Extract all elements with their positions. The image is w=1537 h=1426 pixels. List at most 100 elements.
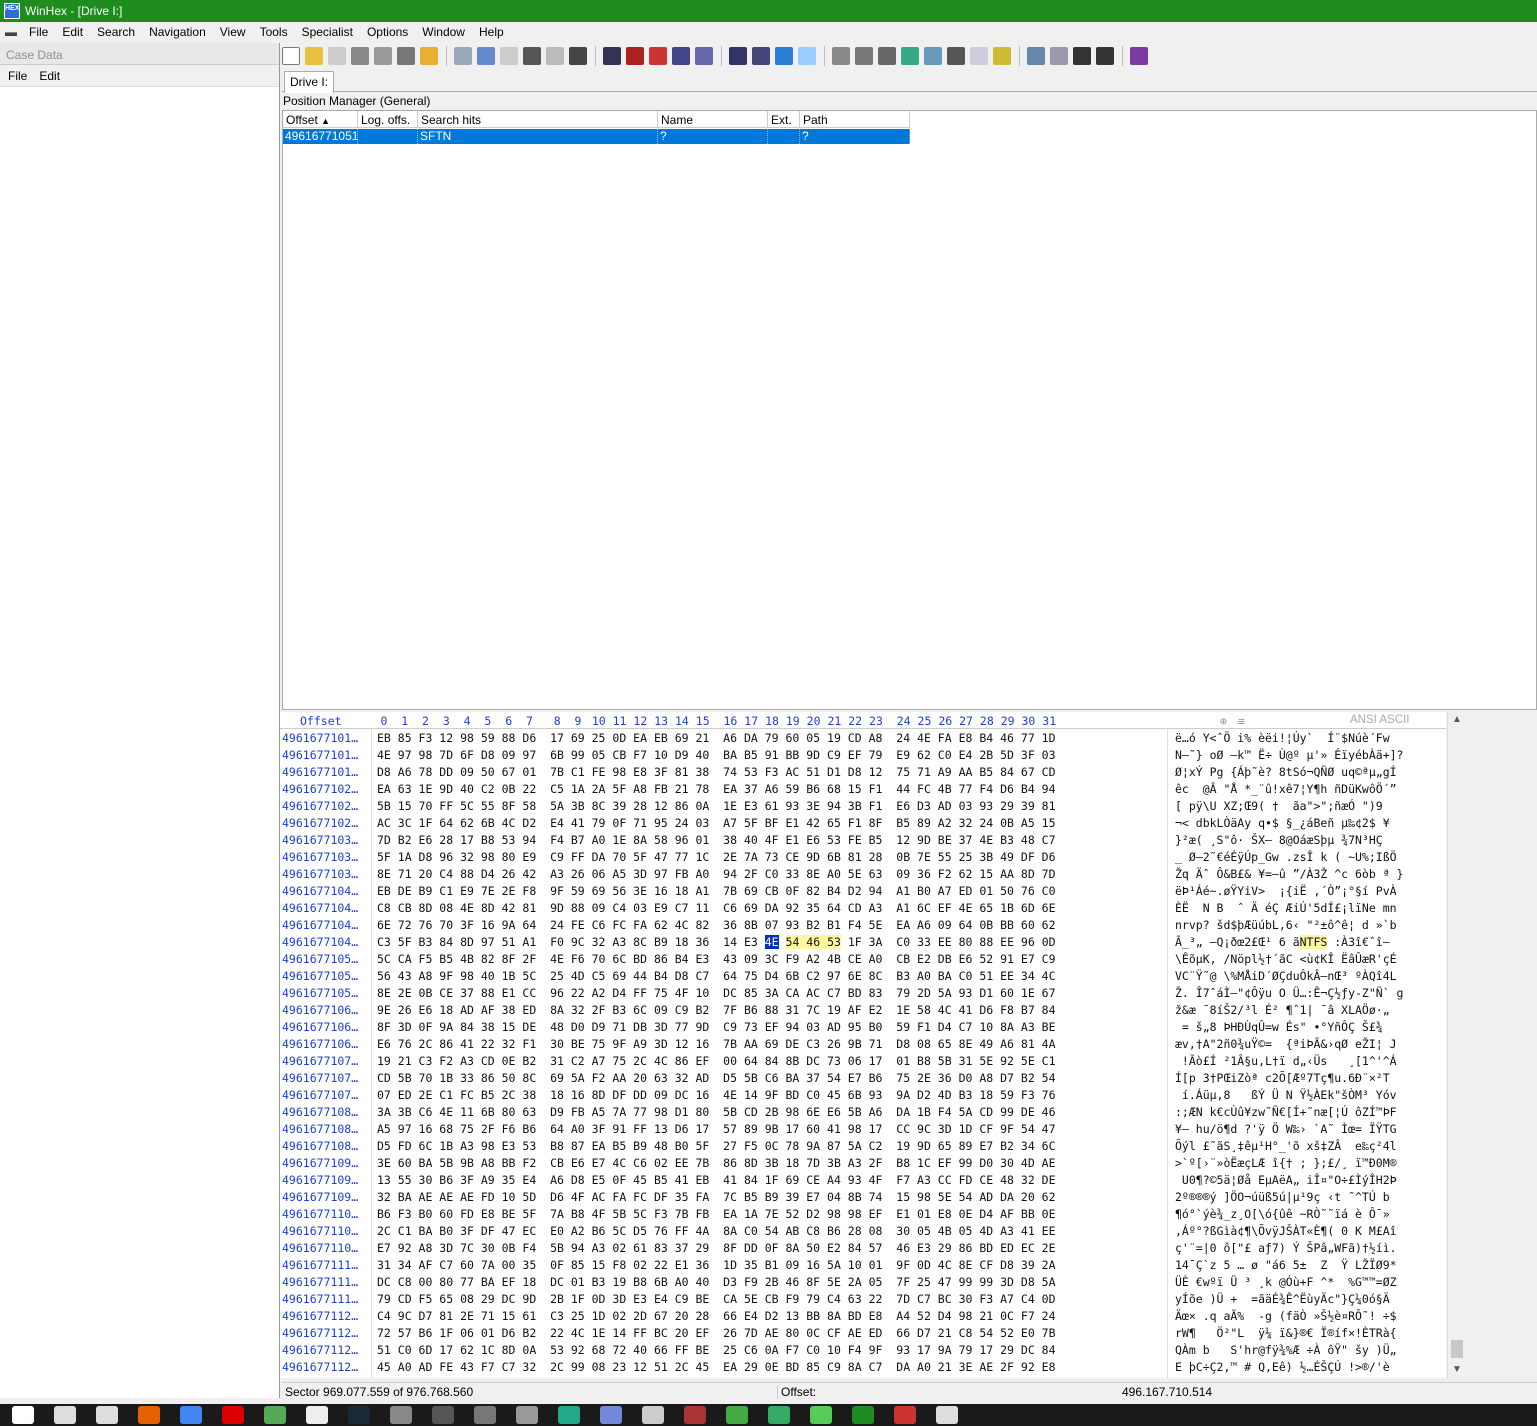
forward-arrow-icon[interactable] [798,47,816,65]
discord-icon[interactable] [600,1406,622,1424]
row-name-cell[interactable]: ? [658,129,768,144]
hex-row[interactable]: 4961677103… 8E 71 20 C4 88 D4 26 42 A3 26… [280,866,1446,883]
copy-icon[interactable] [477,47,495,65]
folder-icon[interactable] [420,47,438,65]
column-header-ext[interactable]: Ext. [768,111,800,128]
task-view-icon[interactable] [96,1406,118,1424]
target-icon[interactable]: ⊕ [1220,714,1227,728]
menu-specialist[interactable]: Specialist [295,25,360,39]
scroll-up-icon[interactable]: ▲ [1452,714,1462,725]
hex-row-ascii[interactable]: Ø¦xÝ Pg {Áþ˜è? 8tSó¬QÑØ uq©ªµ„gÍ [1175,765,1397,779]
hex-vertical-scrollbar[interactable]: ▲ ▼ [1447,712,1465,1378]
hex-row[interactable]: 4961677101… 4E 97 98 7D 6F D8 09 97 6B 99… [280,747,1446,764]
hex-row-offset[interactable]: 4961677103… [282,833,358,847]
windows-start-icon[interactable] [12,1406,34,1424]
hex-row-bytes[interactable]: 19 21 C3 F2 A3 CD 0E B2 31 C2 A7 75 2C 4… [377,1054,1056,1068]
cursor-byte[interactable]: 4E [764,935,779,949]
row-ext-cell[interactable] [768,129,800,144]
column-header-path[interactable]: Path [800,111,910,128]
hex-row-offset[interactable]: 4961677110… [282,1207,358,1221]
menu-view[interactable]: View [213,25,253,39]
hex-row-offset[interactable]: 4961677109… [282,1173,358,1187]
replace-hex-icon[interactable] [672,47,690,65]
column-header-log-offs[interactable]: Log. offs. [358,111,418,128]
hex-row-ascii[interactable]: }²æ( ¸S"ô· ŠX– 8@OáæSþµ ¾7N³HÇ [1175,833,1383,847]
hex-row-bytes[interactable]: AC 3C 1F 64 62 6B 4C D2 E4 41 79 0F 71 9… [377,816,1056,830]
hex-row[interactable]: 4961677108… A5 97 16 68 75 2F F6 B6 64 A0… [280,1121,1446,1138]
hex-row[interactable]: 4961677109… 13 55 30 B6 3F A9 35 E4 A6 D8… [280,1172,1446,1189]
hex-row-offset[interactable]: 4961677101… [282,765,358,779]
menu-options[interactable]: Options [360,25,415,39]
row-offset-cell[interactable]: 496167710514 [283,129,365,144]
hex-row-offset[interactable]: 4961677102… [282,782,358,796]
hex-row-offset[interactable]: 4961677112… [282,1326,358,1340]
hex-row-ascii[interactable]: ë…ó Y<ˆÖ i% èëi!¦Úy` Í¨$Núè´Fw [1175,731,1390,745]
magnifier-icon[interactable] [924,47,942,65]
hex-row[interactable]: 4961677102… 5B 15 70 FF 5C 55 8F 58 5A 3B… [280,798,1446,815]
previous-icon[interactable] [1073,47,1091,65]
hex-row-offset[interactable]: 4961677109… [282,1190,358,1204]
hex-row-bytes[interactable]: C3 5F B3 84 8D 97 51 A1 F0 9C 32 A3 8C B… [377,935,1056,949]
hex-row[interactable]: 4961677104… C8 CB 8D 08 4E 8D 42 81 9D 88… [280,900,1446,917]
hex-row-ascii[interactable]: êc @Â "Å *_¨û!xê7¦Y¶h ñDüKwôÖ´” [1175,782,1397,796]
hex-row-ascii[interactable]: æv,†A"2ñ0¾uŸ©= {ªiÞÃ&›qØ eŽI¦ J [1175,1037,1397,1051]
hex-row[interactable]: 4961677109… 3E 60 BA 5B 9B A8 BB F2 CB E6… [280,1155,1446,1172]
app-icon[interactable] [726,1406,748,1424]
hex-row[interactable]: 4961677101… EB 85 F3 12 98 59 88 D6 17 69… [280,730,1446,747]
hex-row-ascii[interactable]: nrvp? šd$þÆüúbL‚6‹ "²±ô^ê¦ d »`b [1175,918,1397,932]
hex-row-bytes[interactable]: 72 57 B6 1F 06 01 D6 B2 22 4C 1E 14 FF B… [377,1326,1056,1340]
hex-row-ascii[interactable]: = š„8 ÞHÐÙqÛ=w És" ­•°YñÔÇ Š£¾ [1175,1020,1383,1034]
hex-row-offset[interactable]: 4961677110… [282,1241,358,1255]
goto-offset-icon[interactable] [729,47,747,65]
save-icon[interactable] [328,47,346,65]
ram-editor-icon[interactable] [878,47,896,65]
hex-row-ascii[interactable]: Ã_³„ —Q¡ðœ2£Œ¹ 6 ãNTFS :À3î€ˆî– [1175,935,1397,949]
hex-row-offset[interactable]: 4961677101… [282,748,358,762]
media-icon[interactable] [516,1406,538,1424]
replace-icon[interactable] [695,47,713,65]
calculator-icon[interactable] [901,47,919,65]
tab-drive-i[interactable]: Drive I: [284,71,335,93]
find-text-icon[interactable] [603,47,621,65]
hex-row-ascii[interactable]: í.Áüµ,8 ßÝ Ü N Ÿ½ÀEk"šÒM³ Yóv [1175,1088,1397,1102]
hex-row-ascii[interactable]: ÈË N B ˆ Ä éÇ ÆiÚ'5dÍ£¡lïNe mn [1175,901,1397,915]
hex-row-ascii[interactable]: ç'¨=|0 ô["£ aƒ7) Ý ŠPâ„WFã)†½íì. [1175,1241,1397,1255]
hex-row-ascii[interactable]: N—˜} oØ —k™ Ë÷ Ù@º µ'» ÉïyébÀä+]? [1175,748,1403,762]
hex-row-offset[interactable]: 4961677104… [282,901,358,915]
hex-row-bytes[interactable]: 32 BA AE AE AE FD 10 5D D6 4F AC FA FC D… [377,1190,1056,1204]
hex-row-ascii[interactable]: rW¶ Ö²"L ÿ¼ ï&}®€ Ï®íf×!ÈTRà{ [1175,1326,1397,1340]
hex-row-bytes[interactable]: 6E 72 76 70 3F 16 9A 64 24 FE C6 FC FA 6… [377,918,1056,932]
hex-row-bytes[interactable]: 07 ED 2E C1 FC B5 2C 38 18 16 8D DF DD 0… [377,1088,1056,1102]
hex-row[interactable]: 4961677111… DC C8 00 80 77 BA EF 18 DC 01… [280,1274,1446,1291]
cut-icon[interactable] [500,47,518,65]
hex-row-offset[interactable]: 4961677103… [282,850,358,864]
hex-row-offset[interactable]: 4961677104… [282,884,358,898]
search-icon[interactable] [54,1406,76,1424]
opera-icon[interactable] [222,1406,244,1424]
hex-row[interactable]: 4961677102… AC 3C 1F 64 62 6B 4C D2 E4 41… [280,815,1446,832]
hex-row-offset[interactable]: 4961677111… [282,1275,358,1289]
hex-row-ascii[interactable]: Õýl £˜ãS¸‡êµ¹H°_'õ xš‡ZÂ e‰ç²4l [1175,1139,1397,1153]
hex-editor[interactable]: Offset ⊕ ≡ ANSI ASCII 0 1 2 3 4 5 6 7 8 9 10 11 12 13… [280,712,1446,1378]
hex-row[interactable]: 4961677104… C3 5F B3 84 8D 97 51 A1 F0 9C… [280,934,1446,951]
hex-row-bytes[interactable]: EA 63 1E 9D 40 C2 0B 22 C5 1A 2A 5F A8 F… [377,782,1056,796]
find-hex-icon[interactable] [626,47,644,65]
hex-row-offset[interactable]: 4961677110… [282,1224,358,1238]
hex-row-ascii[interactable]: [ pÿ\U XZ;Œ9( † ãa">";ñæÓ­ ")9 [1175,799,1390,813]
gear-icon[interactable] [993,47,1011,65]
hex-row-bytes[interactable]: C8 CB 8D 08 4E 8D 42 81 9D 88 09 C4 03 E… [377,901,1056,915]
hex-row-bytes[interactable]: 3E 60 BA 5B 9B A8 BB F2 CB E6 E7 4C C6 0… [377,1156,1056,1170]
winhex-icon[interactable] [852,1406,874,1424]
disk-icon[interactable] [397,47,415,65]
scroll-down-icon[interactable]: ▼ [1452,1364,1462,1375]
vpn-icon[interactable] [558,1406,580,1424]
scrollbar-thumb[interactable] [1451,1340,1463,1358]
binary-icon[interactable] [569,47,587,65]
hex-row-bytes[interactable]: D8 A6 78 DD 09 50 67 01 7B C1 FE 98 E8 3… [377,765,1056,779]
grid-view-icon[interactable] [1050,47,1068,65]
hex-row-ascii[interactable]: ž&æ ­¯8íŠ2/³l É² ¶ˆ1| ¯â XLAÖø·„ [1175,1003,1390,1017]
hex-row-bytes[interactable]: B6 F3 B0 60 FD E8 BE 5F 7A B8 4F 5B 5C F… [377,1207,1056,1221]
hex-row[interactable]: 4961677108… 3A 3B C6 4E 11 6B 80 63 D9 FB… [280,1104,1446,1121]
row-search-hits-cell[interactable]: SFTN [418,129,658,144]
hex-row[interactable]: 4961677110… 2C C1 BA B0 3F DF 47 EC E0 A2… [280,1223,1446,1240]
